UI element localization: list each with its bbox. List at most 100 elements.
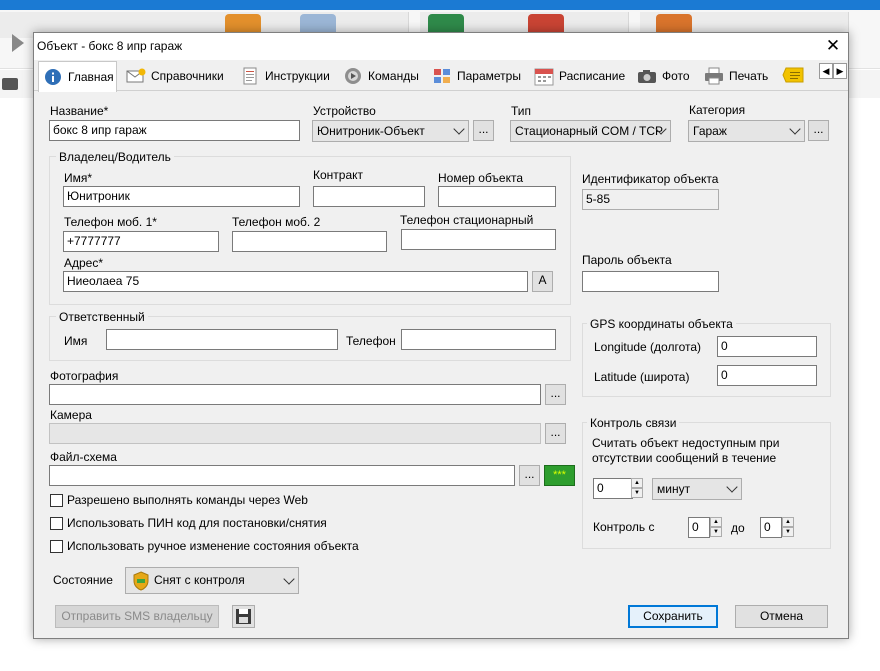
photo-label: Фотография	[50, 369, 119, 383]
tab-references[interactable]: Справочники	[126, 63, 224, 89]
tab-instructions[interactable]: Инструкции	[240, 63, 330, 89]
tab-main[interactable]: Главная	[38, 61, 117, 92]
scheme-edit-button[interactable]: ***	[544, 465, 575, 486]
chevron-down-icon	[726, 481, 738, 493]
camera-icon	[637, 67, 657, 85]
web-commands-checkbox-row[interactable]: Разрешено выполнять команды через Web	[50, 493, 308, 507]
tab-print[interactable]: Печать	[704, 63, 768, 89]
name-label: Название*	[50, 104, 109, 118]
responsible-name-label: Имя	[64, 334, 88, 348]
landline-input[interactable]	[401, 229, 556, 250]
grid-icon	[432, 67, 452, 85]
note-icon	[782, 66, 804, 87]
tab-schedule[interactable]: Расписание	[534, 63, 625, 89]
contract-label: Контракт	[313, 168, 364, 182]
tab-commands[interactable]: Команды	[343, 63, 419, 89]
object-number-input[interactable]	[438, 186, 556, 207]
object-number-label: Номер объекта	[438, 171, 524, 185]
document-icon	[240, 67, 260, 85]
save-disk-button[interactable]	[232, 605, 255, 628]
responsible-phone-label: Телефон	[346, 334, 396, 348]
tab-label: Главная	[68, 70, 114, 84]
pin-checkbox-row[interactable]: Использовать ПИН код для постановки/снят…	[50, 516, 327, 530]
latitude-input[interactable]: 0	[717, 365, 817, 386]
phone1-label: Телефон моб. 1*	[64, 215, 157, 229]
chevron-down-icon	[789, 123, 801, 135]
control-to-spinner[interactable]: ▲ ▼	[782, 517, 794, 538]
tab-scroll-right-button[interactable]: ▶	[833, 63, 847, 79]
tab-scroll-left-button[interactable]: ◀	[819, 63, 833, 79]
camera-browse-button[interactable]: ...	[545, 423, 566, 444]
type-select[interactable]: Стационарный COM / TCP	[510, 120, 671, 142]
state-value: Снят с контроля	[154, 573, 245, 587]
link-amount-spinner[interactable]: ▲ ▼	[631, 478, 643, 499]
chevron-down-icon	[283, 573, 295, 585]
tab-label: Команды	[368, 69, 419, 83]
scheme-input[interactable]	[49, 465, 515, 486]
owner-group-title: Владелец/Водитель	[56, 150, 174, 164]
category-select[interactable]: Гараж	[688, 120, 805, 142]
name-input[interactable]: бокс 8 ипр гараж	[49, 120, 300, 141]
play-icon[interactable]	[12, 34, 24, 52]
responsible-name-input[interactable]	[106, 329, 338, 350]
camera-icon	[2, 78, 18, 90]
info-icon	[43, 68, 63, 86]
control-from-label: Контроль с	[593, 520, 655, 534]
password-input[interactable]	[582, 271, 719, 292]
control-to-input[interactable]: 0	[760, 517, 782, 538]
address-label: Адрес*	[64, 256, 104, 270]
manual-state-checkbox[interactable]	[50, 539, 63, 553]
control-to-label: до	[731, 521, 745, 535]
photo-browse-button[interactable]: ...	[545, 384, 566, 405]
state-select[interactable]: Снят с контроля	[125, 567, 299, 594]
pin-checkbox[interactable]	[50, 516, 63, 530]
tab-label: Фото	[662, 69, 690, 83]
tab-label: Инструкции	[265, 69, 330, 83]
category-label: Категория	[689, 103, 746, 117]
device-select[interactable]: Юнитроник-Объект	[312, 120, 469, 142]
longitude-input[interactable]: 0	[717, 336, 817, 357]
type-value: Стационарный COM / TCP	[515, 124, 663, 138]
category-value: Гараж	[693, 124, 727, 138]
tab-label: Справочники	[151, 69, 224, 83]
scheme-label: Файл-схема	[50, 450, 117, 464]
link-amount-input[interactable]: 0	[593, 478, 633, 499]
category-browse-button[interactable]: ...	[808, 120, 829, 141]
link-control-desc-2: отсутствии сообщений в течение	[592, 451, 777, 465]
link-unit-value: минут	[657, 482, 691, 496]
responsible-phone-input[interactable]	[401, 329, 556, 350]
longitude-label: Longitude (долгота)	[594, 340, 702, 354]
web-commands-label: Разрешено выполнять команды через Web	[67, 493, 308, 507]
object-dialog: Объект - бокс 8 ипр гараж ✕ Главная Спра…	[33, 32, 849, 639]
state-label: Состояние	[53, 573, 113, 587]
tab-photo[interactable]: Фото	[637, 63, 690, 89]
save-button[interactable]: Сохранить	[628, 605, 718, 628]
cancel-button[interactable]: Отмена	[735, 605, 828, 628]
latitude-label: Latitude (широта)	[594, 370, 690, 384]
device-browse-button[interactable]: ...	[473, 120, 494, 141]
phone2-input[interactable]	[232, 231, 387, 252]
responsible-group-title: Ответственный	[56, 310, 148, 324]
web-commands-checkbox[interactable]	[50, 493, 63, 507]
gps-group-title: GPS координаты объекта	[587, 317, 736, 331]
landline-label: Телефон стационарный	[400, 213, 534, 227]
printer-icon	[704, 67, 724, 85]
tab-parameters[interactable]: Параметры	[432, 63, 521, 89]
link-control-desc-1: Считать объект недоступным при	[592, 436, 780, 450]
password-label: Пароль объекта	[582, 253, 672, 267]
control-from-spinner[interactable]: ▲ ▼	[710, 517, 722, 538]
link-unit-select[interactable]: минут	[652, 478, 742, 500]
contract-input[interactable]	[313, 186, 425, 207]
control-from-input[interactable]: 0	[688, 517, 710, 538]
address-button[interactable]: A	[532, 271, 553, 292]
photo-input[interactable]	[49, 384, 541, 405]
owner-name-input[interactable]: Юнитроник	[63, 186, 300, 207]
manual-state-checkbox-row[interactable]: Использовать ручное изменение состояния …	[50, 539, 359, 553]
manual-state-label: Использовать ручное изменение состояния …	[67, 539, 359, 553]
owner-name-label: Имя*	[64, 171, 93, 185]
address-input[interactable]: Ниеолаеа 75	[63, 271, 528, 292]
close-button[interactable]: ✕	[822, 35, 844, 57]
dialog-title: Объект - бокс 8 ипр гараж	[37, 39, 183, 53]
scheme-browse-button[interactable]: ...	[519, 465, 540, 486]
phone1-input[interactable]: +7777777	[63, 231, 219, 252]
